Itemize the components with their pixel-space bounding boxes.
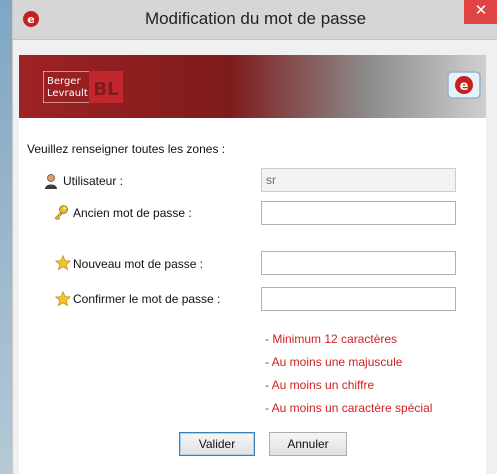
user-label: Utilisateur : <box>63 174 124 188</box>
validate-button[interactable]: Valider <box>179 432 255 456</box>
svg-text:e: e <box>460 79 469 94</box>
close-button[interactable]: ✕ <box>464 0 497 24</box>
e-logo-icon: e <box>447 71 481 99</box>
old-password-label: Ancien mot de passe : <box>73 206 192 220</box>
brand-line2: Levrault <box>47 88 88 99</box>
title-bar[interactable]: e Modification du mot de passe ✕ <box>13 0 497 40</box>
rule-special-char: - Au moins un caractère spécial <box>265 401 433 415</box>
rule-uppercase: - Au moins une majuscule <box>265 355 403 369</box>
password-dialog: e Modification du mot de passe ✕ Berger … <box>12 0 497 474</box>
cancel-button[interactable]: Annuler <box>269 432 347 456</box>
star-icon <box>55 291 71 307</box>
berger-levrault-logo: Berger Levrault BL <box>43 71 123 103</box>
confirm-password-label: Confirmer le mot de passe : <box>73 292 221 306</box>
intro-text: Veuillez renseigner toutes les zones : <box>27 142 226 156</box>
header-banner: Berger Levrault BL e <box>19 55 486 118</box>
old-password-field[interactable] <box>261 201 456 225</box>
brand-mark: BL <box>93 79 118 100</box>
close-icon: ✕ <box>474 2 488 19</box>
key-icon <box>54 205 68 220</box>
user-icon <box>45 174 57 189</box>
rule-digit: - Au moins un chiffre <box>265 378 375 392</box>
new-password-field[interactable] <box>261 251 456 275</box>
rule-min-length: - Minimum 12 caractères <box>265 332 398 346</box>
form-panel: Veuillez renseigner toutes les zones : U… <box>19 118 486 474</box>
new-password-label: Nouveau mot de passe : <box>73 257 204 271</box>
confirm-password-field[interactable] <box>261 287 456 311</box>
brand-line1: Berger <box>47 76 81 87</box>
user-field[interactable] <box>261 168 456 192</box>
star-icon <box>55 255 71 271</box>
window-title: Modification du mot de passe <box>144 9 367 28</box>
